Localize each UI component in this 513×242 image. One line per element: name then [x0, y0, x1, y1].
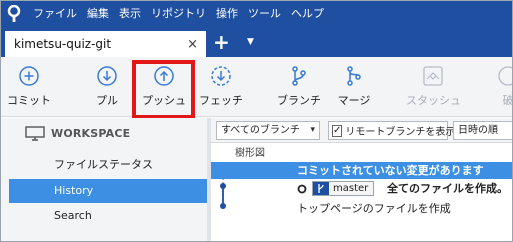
stash-icon: [423, 66, 443, 86]
plus-icon[interactable]: +: [213, 30, 230, 54]
stash-button[interactable]: スタッシュ: [406, 57, 461, 117]
sidebar-item-file-status[interactable]: ファイルステータス: [9, 153, 207, 177]
stash-button-label: スタッシュ: [406, 94, 461, 107]
workspace-header: WORKSPACE: [25, 126, 130, 141]
commit-message: トップページのファイルを作成: [297, 202, 451, 215]
commit-row-uncommitted[interactable]: コミットされていない変更があります: [211, 162, 512, 179]
fetch-icon: [211, 66, 231, 86]
branch-label: master: [312, 181, 375, 196]
pull-icon: [97, 66, 117, 86]
monitor-icon: [25, 126, 45, 141]
workspace-label: WORKSPACE: [51, 127, 131, 140]
discard-button[interactable]: 破: [493, 57, 513, 117]
chevron-down-icon[interactable]: ▼: [247, 34, 254, 50]
show-remote-branches-label: リモートブランチを表示: [345, 127, 456, 138]
branch-label-text: master: [333, 183, 369, 194]
merge-icon: [347, 66, 361, 86]
menu-file[interactable]: ファイル: [27, 1, 82, 27]
commit-button[interactable]: コミット: [5, 57, 53, 117]
fetch-button[interactable]: フェッチ: [197, 57, 245, 117]
menu-actions[interactable]: 操作: [211, 1, 243, 27]
sidebar-item-history[interactable]: History: [9, 179, 207, 203]
show-remote-branches-checkbox[interactable]: ✓ リモートブランチを表示: [328, 121, 455, 140]
sourcetree-logo-icon: [1, 1, 27, 27]
fetch-button-label: フェッチ: [199, 94, 243, 107]
branch-button-label: ブランチ: [277, 94, 321, 107]
pull-button-label: プル: [96, 94, 118, 107]
checkbox-checked-icon: ✓: [332, 124, 343, 137]
head-marker-icon: [297, 184, 307, 194]
commit-row[interactable]: master 全てのファイルを作成。: [211, 180, 512, 197]
app-window: ファイル 編集 表示 リポジトリ 操作 ツール ヘルプ kimetsu-quiz…: [0, 0, 513, 242]
merge-button-label: マージ: [337, 94, 371, 107]
sidebar: WORKSPACE ファイルステータス History Search: [1, 118, 207, 241]
push-icon: [154, 66, 174, 86]
menu-bar: ファイル 編集 表示 リポジトリ 操作 ツール ヘルプ: [1, 1, 512, 27]
commit-button-label: コミット: [7, 94, 51, 107]
commit-row[interactable]: トップページのファイルを作成: [211, 200, 512, 217]
sidebar-item-search[interactable]: Search: [9, 204, 207, 228]
branch-icon: [292, 66, 306, 86]
graph-column-header: 樹形図: [235, 148, 265, 159]
repository-tab[interactable]: kimetsu-quiz-git ×: [5, 31, 206, 57]
branch-button[interactable]: ブランチ: [275, 57, 323, 117]
menu-view[interactable]: 表示: [114, 1, 146, 27]
discard-icon: [498, 66, 512, 86]
tab-bar: kimetsu-quiz-git × + ▼: [1, 27, 512, 57]
branch-filter-value: すべてのブランチ: [221, 125, 300, 136]
commit-message: コミットされていない変更があります: [297, 164, 484, 177]
commit-message: 全てのファイルを作成。: [387, 182, 508, 195]
sort-order-select[interactable]: 日時の順: [453, 121, 512, 140]
close-icon[interactable]: ×: [187, 37, 198, 52]
merge-button[interactable]: マージ: [330, 57, 378, 117]
filter-bar: すべてのブランチ ▾ ✓ リモートブランチを表示 日時の順: [211, 118, 512, 143]
chevron-down-icon: ▾: [310, 125, 315, 135]
menu-edit[interactable]: 編集: [82, 1, 114, 27]
menu-repository[interactable]: リポジトリ: [146, 1, 211, 27]
push-button-label: プッシュ: [142, 94, 186, 107]
discard-button-label: 破: [502, 94, 513, 107]
branch-filter-select[interactable]: すべてのブランチ ▾: [216, 121, 320, 140]
pull-button[interactable]: プル: [83, 57, 131, 117]
branch-icon: [313, 182, 329, 195]
push-button[interactable]: プッシュ: [140, 57, 188, 117]
repository-tab-label: kimetsu-quiz-git: [14, 37, 112, 51]
menu-tools[interactable]: ツール: [243, 1, 286, 27]
toolbar: コミット プル プッシュ フェッチ ブランチ マージ スタッシュ 破: [1, 57, 512, 117]
menu-help[interactable]: ヘルプ: [286, 1, 329, 27]
commit-icon: [19, 66, 39, 86]
history-pane: すべてのブランチ ▾ ✓ リモートブランチを表示 日時の順 樹形図 コミットされ…: [211, 118, 512, 241]
